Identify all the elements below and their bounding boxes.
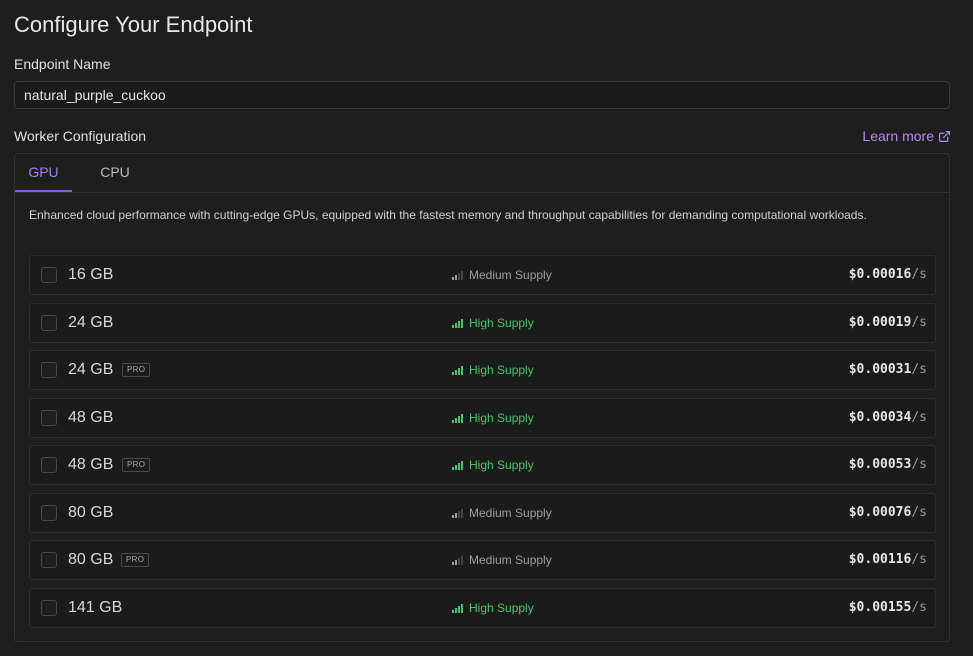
worker-type-tabs: GPU CPU: [15, 154, 949, 193]
gpu-price: $0.00155/s: [849, 600, 927, 615]
price-value: $0.00155: [848, 600, 912, 615]
gpu-select-checkbox[interactable]: [41, 267, 57, 283]
signal-bars-icon: [452, 508, 463, 518]
supply-indicator: Medium Supply: [452, 506, 552, 520]
signal-bars-icon: [452, 365, 463, 375]
supply-indicator: High Supply: [452, 316, 534, 330]
gpu-price: $0.00016/s: [849, 267, 927, 282]
supply-indicator: High Supply: [452, 363, 534, 377]
price-unit: /s: [911, 410, 927, 425]
gpu-option-row[interactable]: 24 GB PRO High Supply $0.00031/s: [29, 350, 936, 390]
gpu-option-row[interactable]: 80 GB PRO Medium Supply $0.00116/s: [29, 540, 936, 580]
gpu-option-row[interactable]: 80 GB Medium Supply $0.00076/s: [29, 493, 936, 533]
gpu-select-checkbox[interactable]: [41, 362, 57, 378]
external-link-icon: [939, 130, 950, 142]
gpu-select-checkbox[interactable]: [41, 410, 57, 426]
price-value: $0.00016: [848, 267, 912, 282]
gpu-memory: 141 GB: [68, 599, 123, 616]
price-value: $0.00034: [848, 410, 912, 425]
learn-more-link[interactable]: Learn more: [862, 128, 951, 144]
gpu-memory: 80 GB: [68, 551, 114, 568]
gpu-select-checkbox[interactable]: [41, 457, 57, 473]
price-unit: /s: [911, 315, 927, 330]
price-unit: /s: [911, 267, 927, 282]
worker-config-panel: GPU CPU Enhanced cloud performance with …: [14, 153, 950, 642]
signal-bars-icon: [452, 603, 463, 613]
gpu-select-checkbox[interactable]: [41, 600, 57, 616]
gpu-price: $0.00019/s: [849, 315, 927, 330]
learn-more-label: Learn more: [862, 128, 934, 144]
price-unit: /s: [911, 505, 927, 520]
price-value: $0.00116: [848, 552, 912, 567]
page-title: Configure Your Endpoint: [14, 12, 253, 37]
price-unit: /s: [911, 552, 927, 567]
price-value: $0.00076: [848, 505, 912, 520]
gpu-option-row[interactable]: 48 GB High Supply $0.00034/s: [29, 398, 936, 438]
price-unit: /s: [911, 600, 927, 615]
supply-label: Medium Supply: [469, 506, 552, 520]
supply-label: High Supply: [469, 601, 534, 615]
supply-indicator: High Supply: [452, 458, 534, 472]
gpu-memory: 24 GB: [68, 314, 114, 331]
supply-indicator: High Supply: [452, 411, 534, 425]
supply-indicator: Medium Supply: [452, 268, 552, 282]
supply-label: High Supply: [469, 363, 534, 377]
gpu-price: $0.00031/s: [849, 362, 927, 377]
gpu-memory: 48 GB: [68, 409, 114, 426]
gpu-select-checkbox[interactable]: [41, 552, 57, 568]
supply-label: High Supply: [469, 316, 534, 330]
signal-bars-icon: [452, 318, 463, 328]
price-unit: /s: [911, 457, 927, 472]
gpu-price: $0.00034/s: [849, 410, 927, 425]
signal-bars-icon: [452, 270, 463, 280]
gpu-option-row[interactable]: 48 GB PRO High Supply $0.00053/s: [29, 445, 936, 485]
gpu-price: $0.00053/s: [849, 457, 927, 472]
endpoint-name-label: Endpoint Name: [14, 56, 111, 72]
endpoint-name-input[interactable]: [14, 81, 950, 109]
price-value: $0.00053: [848, 457, 912, 472]
pro-badge: PRO: [122, 458, 151, 472]
signal-bars-icon: [452, 413, 463, 423]
gpu-price: $0.00116/s: [849, 552, 927, 567]
signal-bars-icon: [452, 460, 463, 470]
gpu-select-checkbox[interactable]: [41, 315, 57, 331]
gpu-option-row[interactable]: 24 GB High Supply $0.00019/s: [29, 303, 936, 343]
gpu-option-row[interactable]: 141 GB High Supply $0.00155/s: [29, 588, 936, 628]
supply-label: High Supply: [469, 411, 534, 425]
pro-badge: PRO: [122, 363, 151, 377]
supply-label: Medium Supply: [469, 268, 552, 282]
supply-indicator: High Supply: [452, 601, 534, 615]
tab-gpu[interactable]: GPU: [15, 154, 72, 192]
gpu-memory: 16 GB: [68, 266, 114, 283]
gpu-price: $0.00076/s: [849, 505, 927, 520]
gpu-memory: 24 GB: [68, 361, 114, 378]
supply-indicator: Medium Supply: [452, 553, 552, 567]
signal-bars-icon: [452, 555, 463, 565]
worker-config-label: Worker Configuration: [14, 128, 147, 144]
gpu-option-row[interactable]: 16 GB Medium Supply $0.00016/s: [29, 255, 936, 295]
gpu-select-checkbox[interactable]: [41, 505, 57, 521]
gpu-memory: 48 GB: [68, 456, 114, 473]
gpu-memory: 80 GB: [68, 504, 114, 521]
supply-label: Medium Supply: [469, 553, 552, 567]
price-value: $0.00019: [848, 315, 912, 330]
price-unit: /s: [911, 362, 927, 377]
tab-cpu[interactable]: CPU: [87, 154, 143, 191]
gpu-description: Enhanced cloud performance with cutting-…: [29, 208, 867, 222]
price-value: $0.00031: [848, 362, 912, 377]
supply-label: High Supply: [469, 458, 534, 472]
pro-badge: PRO: [121, 553, 150, 567]
